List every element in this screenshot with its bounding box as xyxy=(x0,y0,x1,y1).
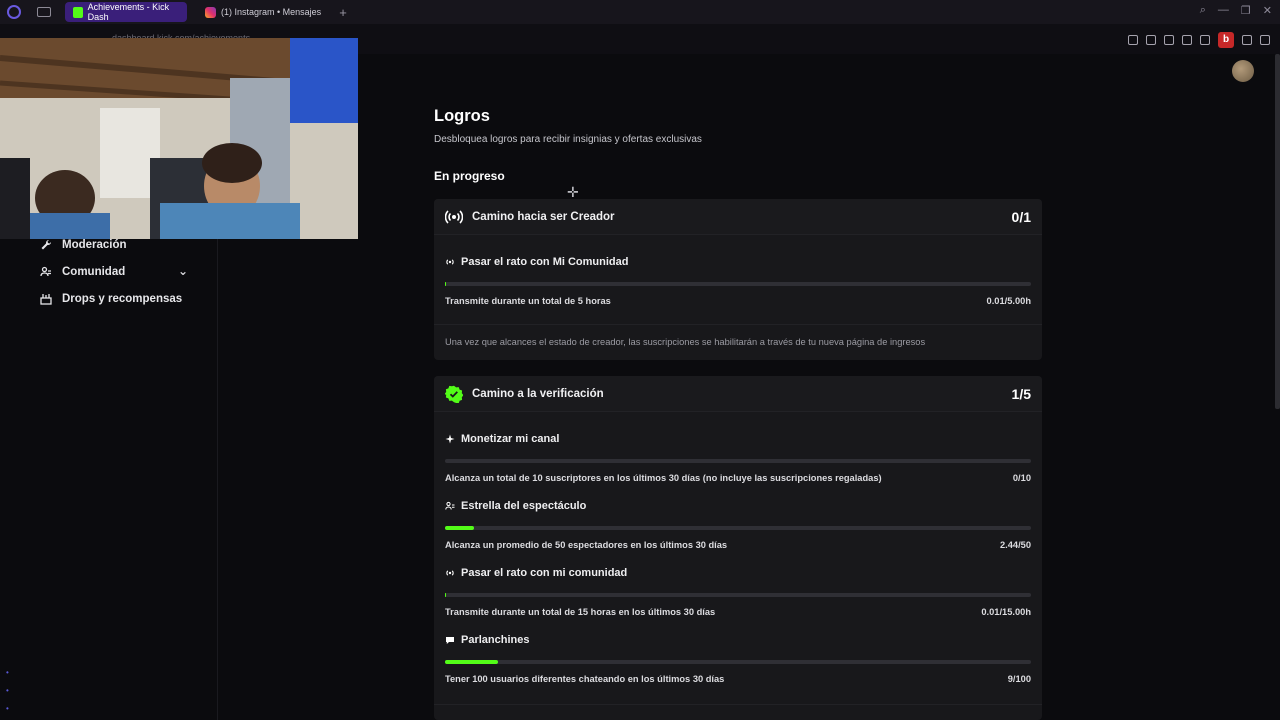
task-title: Parlanchines xyxy=(461,634,530,646)
pin-icon[interactable] xyxy=(1128,35,1138,45)
viewers-icon xyxy=(445,501,455,510)
broadcast-icon xyxy=(445,209,463,224)
snapshot-icon[interactable] xyxy=(1146,35,1156,45)
tab-instagram[interactable]: (1) Instagram • Mensajes xyxy=(197,2,329,22)
task-title: Pasar el rato con mi comunidad xyxy=(461,567,628,579)
achievement-task: Pasar el rato con Mi Comunidad Transmite… xyxy=(445,256,1031,306)
avatar[interactable] xyxy=(1232,60,1254,82)
close-icon[interactable]: ✕ xyxy=(1263,4,1272,17)
achievement-card-verification: Camino a la verificación 1/5 Monetizar m… xyxy=(434,376,1042,720)
task-value: 2.44/50 xyxy=(999,540,1031,550)
restore-icon[interactable]: ❐ xyxy=(1241,4,1251,17)
sidebar-item-label: Comunidad xyxy=(62,266,126,278)
instagram-icon xyxy=(205,6,216,18)
progress-fill xyxy=(445,526,474,530)
task-description: Transmite durante un total de 5 horas xyxy=(445,296,611,306)
task-description: Transmite durante un total de 15 horas e… xyxy=(445,607,716,617)
task-description: Tener 100 usuarios diferentes chateando … xyxy=(445,674,725,684)
search-icon[interactable]: ⌕ xyxy=(1200,4,1206,17)
page-subtitle: Desbloquea logros para recibir insignias… xyxy=(434,134,702,145)
opera-logo-icon[interactable] xyxy=(7,5,21,19)
task-value: 9/100 xyxy=(1007,674,1031,684)
chat-icon xyxy=(446,637,454,644)
progress-bar xyxy=(445,660,1031,664)
window-controls: ⌕ — ❐ ✕ xyxy=(1200,4,1272,17)
sidebar-item-label: Drops y recompensas xyxy=(62,293,183,305)
chevron-down-icon[interactable]: ⌄ xyxy=(178,264,188,278)
gift-icon xyxy=(40,294,52,305)
users-icon xyxy=(40,266,51,277)
tab-label: (1) Instagram • Mensajes xyxy=(221,7,322,17)
browser-tab-bar: Achievements - Kick Dash (1) Instagram •… xyxy=(0,0,1280,24)
card-count: 0/1 xyxy=(1011,208,1031,225)
page-title: Logros xyxy=(434,107,490,125)
progress-fill xyxy=(445,593,446,597)
tab-achievements[interactable]: Achievements - Kick Dash xyxy=(65,2,187,22)
task-description: Alcanza un promedio de 50 espectadores e… xyxy=(445,540,728,550)
progress-fill xyxy=(445,282,446,286)
page-scrollbar[interactable] xyxy=(1275,54,1280,409)
achievement-card-creator: Camino hacia ser Creador 0/1 Pasar el ra… xyxy=(434,199,1042,360)
tab-label: Achievements - Kick Dash xyxy=(87,2,170,22)
task-value: 0.01/5.00h xyxy=(986,296,1031,306)
verified-badge-icon xyxy=(445,385,463,403)
card-count: 1/5 xyxy=(1011,385,1031,402)
sidebar-item-label: Moderación xyxy=(62,239,127,251)
webcam-overlay xyxy=(0,38,358,239)
sidebar-item-community[interactable]: Comunidad ⌄ xyxy=(40,264,188,278)
card-title: Camino a la verificación xyxy=(472,387,604,400)
send-icon[interactable] xyxy=(1182,35,1192,45)
progress-bar xyxy=(445,282,1031,286)
kick-icon xyxy=(73,6,83,18)
card-footer: Una vez que alcances el estado de creado… xyxy=(434,324,1042,360)
card-footer xyxy=(434,704,1042,720)
card-header[interactable]: Camino hacia ser Creador 0/1 xyxy=(434,199,1042,235)
shield-icon[interactable] xyxy=(1164,35,1174,45)
achievement-task: Parlanchines Tener 100 usuarios diferent… xyxy=(445,634,1031,684)
task-value: 0/10 xyxy=(1012,473,1031,483)
achievement-task: Monetizar mi canal Alcanza un total de 1… xyxy=(445,433,1031,483)
menu-icon[interactable] xyxy=(1260,35,1270,45)
broadcast-icon xyxy=(446,259,454,265)
webcam-video xyxy=(0,38,358,239)
tab-island-icon[interactable] xyxy=(37,7,51,17)
task-title: Pasar el rato con Mi Comunidad xyxy=(461,256,629,268)
task-title: Estrella del espectáculo xyxy=(461,500,587,512)
progress-bar xyxy=(445,593,1031,597)
task-title: Monetizar mi canal xyxy=(461,433,560,445)
progress-bar xyxy=(445,526,1031,530)
card-footer-text: Una vez que alcances el estado de creado… xyxy=(445,337,926,347)
achievement-task: Estrella del espectáculo Alcanza un prom… xyxy=(445,500,1031,550)
task-value: 0.01/15.00h xyxy=(981,607,1031,617)
minimize-icon[interactable]: — xyxy=(1218,4,1229,17)
task-description: Alcanza un total de 10 suscriptores en l… xyxy=(445,473,882,483)
download-icon[interactable] xyxy=(1242,35,1252,45)
extension-toolbar: b xyxy=(1128,32,1270,48)
achievement-task: Pasar el rato con mi comunidad Transmite… xyxy=(445,567,1031,617)
opera-sidebar-dots: • • • xyxy=(6,668,9,713)
sparkle-icon xyxy=(445,434,455,444)
sidebar-item-moderation[interactable]: Moderación xyxy=(40,239,188,251)
wrench-icon xyxy=(41,239,52,250)
progress-fill xyxy=(445,660,498,664)
new-tab-icon[interactable]: + xyxy=(339,5,347,20)
card-header[interactable]: Camino a la verificación 1/5 xyxy=(434,376,1042,412)
section-title: En progreso xyxy=(434,169,505,183)
card-title: Camino hacia ser Creador xyxy=(472,210,615,223)
heart-icon[interactable] xyxy=(1200,35,1210,45)
broadcast-icon xyxy=(446,570,454,576)
sidebar-item-drops[interactable]: Drops y recompensas xyxy=(40,293,188,305)
progress-bar xyxy=(445,459,1031,463)
profile-extension-icon[interactable]: b xyxy=(1218,32,1234,48)
